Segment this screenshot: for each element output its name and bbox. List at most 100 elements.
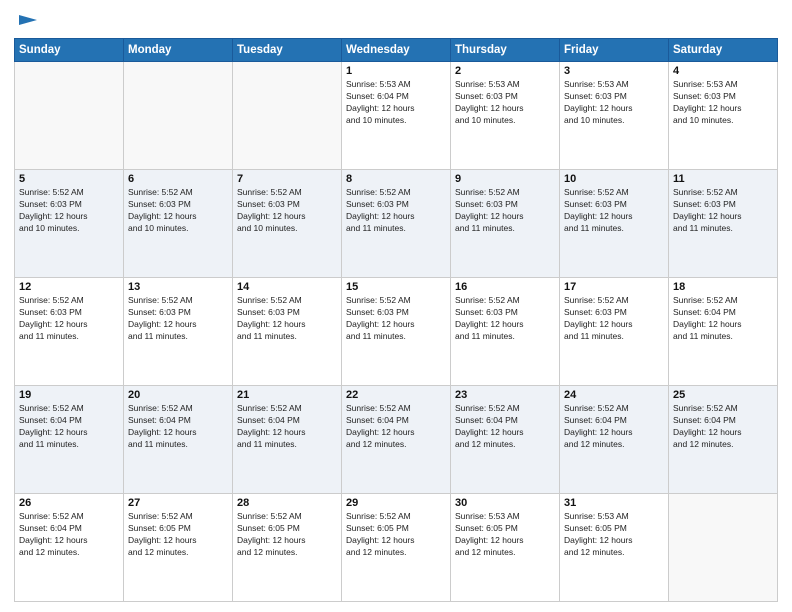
page: SundayMondayTuesdayWednesdayThursdayFrid… <box>0 0 792 612</box>
day-info: Sunrise: 5:53 AM Sunset: 6:03 PM Dayligh… <box>455 79 555 127</box>
logo <box>14 14 39 32</box>
day-info: Sunrise: 5:53 AM Sunset: 6:03 PM Dayligh… <box>564 79 664 127</box>
day-number: 26 <box>19 497 119 509</box>
day-number: 14 <box>237 281 337 293</box>
calendar-cell: 21 Sunrise: 5:52 AM Sunset: 6:04 PM Dayli… <box>233 386 342 494</box>
calendar-cell: 20 Sunrise: 5:52 AM Sunset: 6:04 PM Dayli… <box>124 386 233 494</box>
logo-flag-icon <box>17 12 39 34</box>
day-number: 22 <box>346 389 446 401</box>
day-info: Sunrise: 5:53 AM Sunset: 6:04 PM Dayligh… <box>346 79 446 127</box>
day-info: Sunrise: 5:52 AM Sunset: 6:03 PM Dayligh… <box>564 187 664 235</box>
day-info: Sunrise: 5:52 AM Sunset: 6:04 PM Dayligh… <box>237 403 337 451</box>
calendar-week-row: 1 Sunrise: 5:53 AM Sunset: 6:04 PM Daylig… <box>15 62 778 170</box>
calendar-cell: 12 Sunrise: 5:52 AM Sunset: 6:03 PM Dayli… <box>15 278 124 386</box>
day-info: Sunrise: 5:52 AM Sunset: 6:05 PM Dayligh… <box>128 511 228 559</box>
calendar-header-thursday: Thursday <box>451 39 560 62</box>
calendar-week-row: 5 Sunrise: 5:52 AM Sunset: 6:03 PM Daylig… <box>15 170 778 278</box>
calendar-cell: 16 Sunrise: 5:52 AM Sunset: 6:03 PM Dayli… <box>451 278 560 386</box>
day-info: Sunrise: 5:52 AM Sunset: 6:03 PM Dayligh… <box>128 187 228 235</box>
day-number: 12 <box>19 281 119 293</box>
calendar-cell <box>124 62 233 170</box>
day-number: 28 <box>237 497 337 509</box>
calendar-header-row: SundayMondayTuesdayWednesdayThursdayFrid… <box>15 39 778 62</box>
day-number: 19 <box>19 389 119 401</box>
day-number: 16 <box>455 281 555 293</box>
calendar-cell: 13 Sunrise: 5:52 AM Sunset: 6:03 PM Dayli… <box>124 278 233 386</box>
calendar-header-wednesday: Wednesday <box>342 39 451 62</box>
day-info: Sunrise: 5:52 AM Sunset: 6:03 PM Dayligh… <box>346 187 446 235</box>
day-info: Sunrise: 5:52 AM Sunset: 6:04 PM Dayligh… <box>673 403 773 451</box>
calendar-cell: 11 Sunrise: 5:52 AM Sunset: 6:03 PM Dayli… <box>669 170 778 278</box>
day-number: 3 <box>564 65 664 77</box>
day-number: 15 <box>346 281 446 293</box>
day-number: 11 <box>673 173 773 185</box>
day-number: 5 <box>19 173 119 185</box>
day-info: Sunrise: 5:52 AM Sunset: 6:03 PM Dayligh… <box>455 187 555 235</box>
day-number: 10 <box>564 173 664 185</box>
day-info: Sunrise: 5:52 AM Sunset: 6:04 PM Dayligh… <box>19 511 119 559</box>
day-info: Sunrise: 5:52 AM Sunset: 6:03 PM Dayligh… <box>237 187 337 235</box>
day-number: 4 <box>673 65 773 77</box>
day-info: Sunrise: 5:52 AM Sunset: 6:04 PM Dayligh… <box>673 295 773 343</box>
calendar-week-row: 26 Sunrise: 5:52 AM Sunset: 6:04 PM Dayli… <box>15 494 778 602</box>
calendar-cell: 1 Sunrise: 5:53 AM Sunset: 6:04 PM Daylig… <box>342 62 451 170</box>
calendar-cell: 18 Sunrise: 5:52 AM Sunset: 6:04 PM Dayli… <box>669 278 778 386</box>
calendar-header-monday: Monday <box>124 39 233 62</box>
calendar-cell: 6 Sunrise: 5:52 AM Sunset: 6:03 PM Daylig… <box>124 170 233 278</box>
calendar-cell: 17Sunrise: 5:52 AM Sunset: 6:03 PM Dayli… <box>560 278 669 386</box>
calendar-cell: 28 Sunrise: 5:52 AM Sunset: 6:05 PM Dayli… <box>233 494 342 602</box>
day-number: 7 <box>237 173 337 185</box>
day-info: Sunrise: 5:52 AM Sunset: 6:05 PM Dayligh… <box>237 511 337 559</box>
day-info: Sunrise: 5:52 AM Sunset: 6:03 PM Dayligh… <box>128 295 228 343</box>
calendar-cell: 24Sunrise: 5:52 AM Sunset: 6:04 PM Dayli… <box>560 386 669 494</box>
day-number: 30 <box>455 497 555 509</box>
day-info: Sunrise: 5:52 AM Sunset: 6:05 PM Dayligh… <box>346 511 446 559</box>
day-number: 20 <box>128 389 228 401</box>
day-number: 13 <box>128 281 228 293</box>
calendar-cell: 2 Sunrise: 5:53 AM Sunset: 6:03 PM Daylig… <box>451 62 560 170</box>
calendar-header-tuesday: Tuesday <box>233 39 342 62</box>
calendar-cell: 7 Sunrise: 5:52 AM Sunset: 6:03 PM Daylig… <box>233 170 342 278</box>
day-info: Sunrise: 5:52 AM Sunset: 6:03 PM Dayligh… <box>455 295 555 343</box>
day-number: 2 <box>455 65 555 77</box>
day-info: Sunrise: 5:52 AM Sunset: 6:04 PM Dayligh… <box>128 403 228 451</box>
day-number: 21 <box>237 389 337 401</box>
day-info: Sunrise: 5:52 AM Sunset: 6:04 PM Dayligh… <box>346 403 446 451</box>
day-number: 31 <box>564 497 664 509</box>
calendar-cell: 27 Sunrise: 5:52 AM Sunset: 6:05 PM Dayli… <box>124 494 233 602</box>
day-info: Sunrise: 5:53 AM Sunset: 6:03 PM Dayligh… <box>673 79 773 127</box>
calendar-header-saturday: Saturday <box>669 39 778 62</box>
calendar-cell: 9 Sunrise: 5:52 AM Sunset: 6:03 PM Daylig… <box>451 170 560 278</box>
day-info: Sunrise: 5:52 AM Sunset: 6:03 PM Dayligh… <box>346 295 446 343</box>
calendar-cell: 31Sunrise: 5:53 AM Sunset: 6:05 PM Dayli… <box>560 494 669 602</box>
day-number: 23 <box>455 389 555 401</box>
calendar-cell: 8 Sunrise: 5:52 AM Sunset: 6:03 PM Daylig… <box>342 170 451 278</box>
calendar-cell: 30Sunrise: 5:53 AM Sunset: 6:05 PM Dayli… <box>451 494 560 602</box>
day-number: 27 <box>128 497 228 509</box>
day-number: 1 <box>346 65 446 77</box>
day-info: Sunrise: 5:52 AM Sunset: 6:04 PM Dayligh… <box>455 403 555 451</box>
day-number: 24 <box>564 389 664 401</box>
day-info: Sunrise: 5:52 AM Sunset: 6:04 PM Dayligh… <box>19 403 119 451</box>
calendar-cell: 23 Sunrise: 5:52 AM Sunset: 6:04 PM Dayli… <box>451 386 560 494</box>
calendar-cell: 25 Sunrise: 5:52 AM Sunset: 6:04 PM Dayli… <box>669 386 778 494</box>
day-number: 25 <box>673 389 773 401</box>
calendar-cell: 3 Sunrise: 5:53 AM Sunset: 6:03 PM Daylig… <box>560 62 669 170</box>
calendar-header-sunday: Sunday <box>15 39 124 62</box>
calendar-cell: 29 Sunrise: 5:52 AM Sunset: 6:05 PM Dayli… <box>342 494 451 602</box>
calendar-cell: 14 Sunrise: 5:52 AM Sunset: 6:03 PM Dayli… <box>233 278 342 386</box>
calendar-cell: 4 Sunrise: 5:53 AM Sunset: 6:03 PM Daylig… <box>669 62 778 170</box>
day-number: 18 <box>673 281 773 293</box>
calendar-week-row: 12 Sunrise: 5:52 AM Sunset: 6:03 PM Dayli… <box>15 278 778 386</box>
day-number: 6 <box>128 173 228 185</box>
calendar-table: SundayMondayTuesdayWednesdayThursdayFrid… <box>14 38 778 602</box>
day-number: 9 <box>455 173 555 185</box>
day-info: Sunrise: 5:52 AM Sunset: 6:03 PM Dayligh… <box>237 295 337 343</box>
day-info: Sunrise: 5:52 AM Sunset: 6:03 PM Dayligh… <box>19 295 119 343</box>
calendar-cell <box>15 62 124 170</box>
day-info: Sunrise: 5:52 AM Sunset: 6:03 PM Dayligh… <box>673 187 773 235</box>
day-number: 29 <box>346 497 446 509</box>
calendar-cell: 26 Sunrise: 5:52 AM Sunset: 6:04 PM Dayli… <box>15 494 124 602</box>
day-number: 8 <box>346 173 446 185</box>
calendar-cell: 5Sunrise: 5:52 AM Sunset: 6:03 PM Daylig… <box>15 170 124 278</box>
